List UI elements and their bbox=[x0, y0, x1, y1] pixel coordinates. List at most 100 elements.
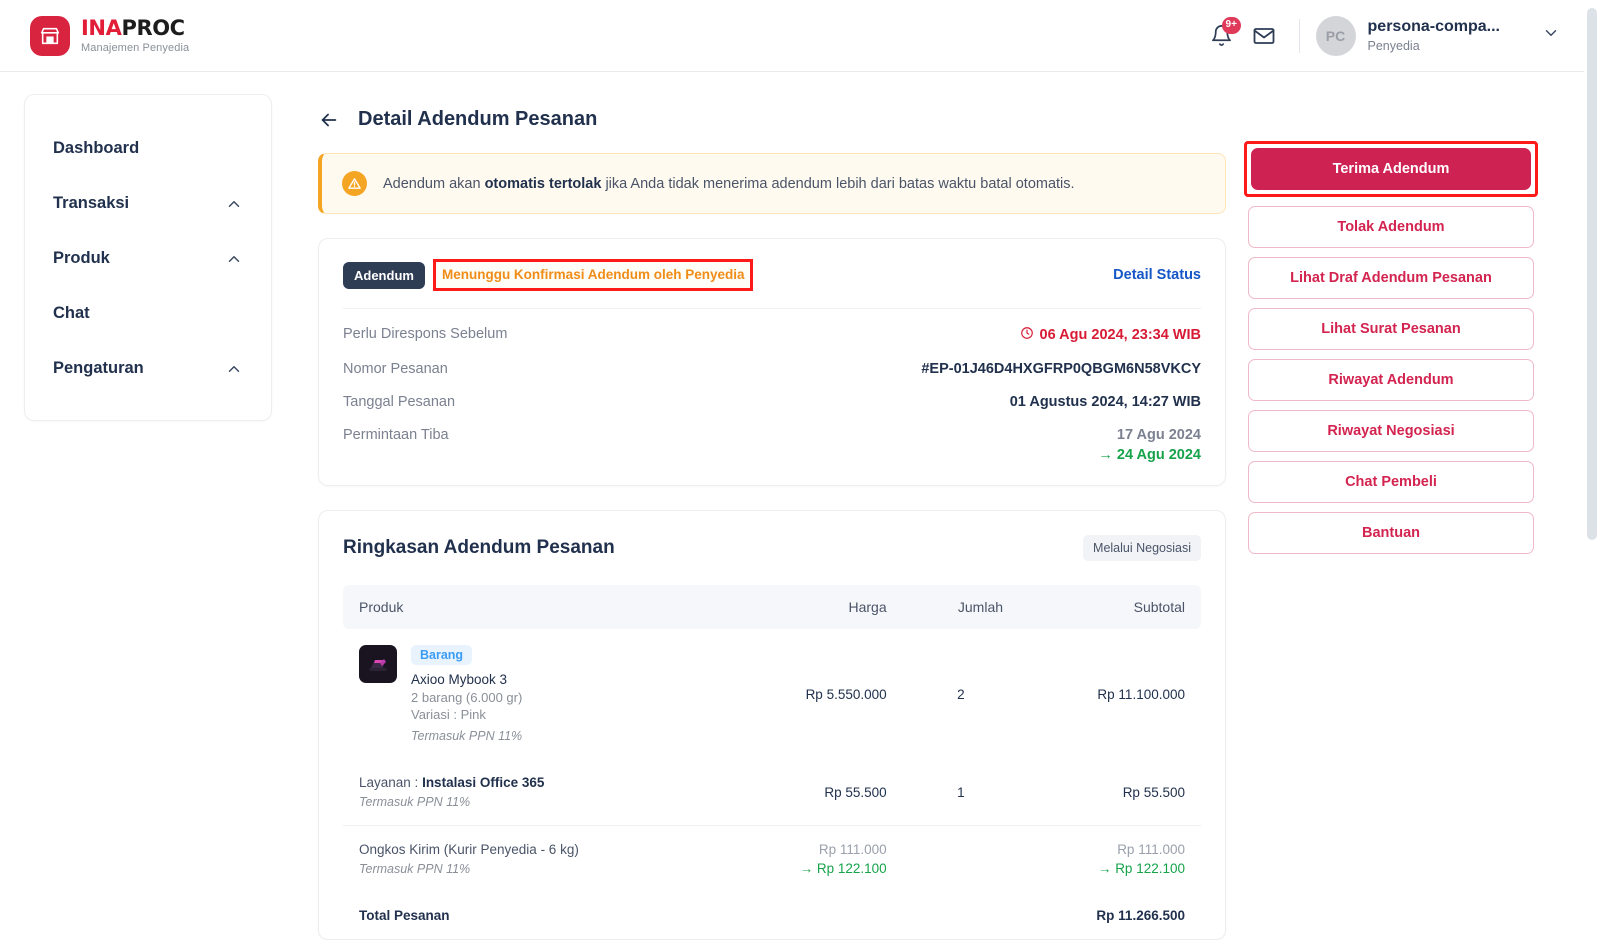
sidebar-item-chat[interactable]: Chat bbox=[25, 286, 271, 341]
chat-pembeli-button[interactable]: Chat Pembeli bbox=[1248, 461, 1534, 503]
page-header: Detail Adendum Pesanan bbox=[318, 108, 1226, 131]
sidebar-item-transaksi[interactable]: Transaksi bbox=[25, 176, 271, 231]
user-name: persona-compa... bbox=[1367, 17, 1500, 35]
row-value-new-text: 24 Agu 2024 bbox=[1116, 447, 1201, 463]
row-value: #EP-01J46D4HXGFRP0QBGM6N58VKCY bbox=[921, 361, 1201, 377]
detail-status-link[interactable]: Detail Status bbox=[1113, 267, 1201, 283]
lihat-surat-pesanan-button[interactable]: Lihat Surat Pesanan bbox=[1248, 308, 1534, 350]
shipping-subtotal-new-text: Rp 122.100 bbox=[1115, 861, 1185, 876]
table-row: Ongkos Kirim (Kurir Penyedia - 6 kg) Ter… bbox=[343, 825, 1201, 892]
product-subtotal: Rp 11.100.000 bbox=[1097, 686, 1185, 702]
negotiation-badge: Melalui Negosiasi bbox=[1083, 535, 1201, 561]
avatar: PC bbox=[1315, 15, 1356, 56]
product-info: Barang Axioo Mybook 3 2 barang (6.000 gr… bbox=[359, 645, 707, 743]
chevron-up-icon bbox=[225, 360, 243, 378]
sidebar-item-label: Transaksi bbox=[53, 194, 130, 212]
top-bar-divider bbox=[1298, 18, 1300, 53]
product-price: Rp 5.550.000 bbox=[805, 686, 887, 702]
brand-text: INAPROC Manajemen Penyedia bbox=[81, 15, 190, 54]
back-arrow-icon[interactable] bbox=[318, 109, 340, 131]
lihat-draf-adendum-pesanan-button[interactable]: Lihat Draf Adendum Pesanan bbox=[1248, 257, 1534, 299]
shipping-tax-note: Termasuk PPN 11% bbox=[359, 862, 471, 876]
warning-text-after: jika Anda tidak menerima adendum lebih d… bbox=[601, 175, 1075, 192]
brand-subtitle: Manajemen Penyedia bbox=[81, 41, 190, 54]
column-header-subtotal: Subtotal bbox=[1019, 585, 1201, 629]
left-sidebar: Dashboard Transaksi Produk Chat Pengatur… bbox=[24, 94, 272, 421]
service-cell: Layanan : Instalasi Office 365 Termasuk … bbox=[343, 759, 723, 826]
inaproc-store-icon bbox=[30, 15, 70, 56]
brand-title: INAPROC bbox=[81, 15, 189, 40]
adendum-tag: Adendum bbox=[343, 261, 425, 289]
product-thumbnail[interactable] bbox=[359, 645, 397, 683]
order-items-table: Produk Harga Jumlah Subtotal Barang Axio… bbox=[343, 585, 1201, 939]
chevron-up-icon bbox=[225, 250, 243, 268]
top-bar-right-cluster: 9+ PC persona-compa... Penyedia bbox=[1201, 15, 1560, 57]
product-name: Axioo Mybook 3 bbox=[411, 672, 508, 687]
page-scrollbar[interactable] bbox=[1584, 0, 1600, 876]
total-spacer-2 bbox=[903, 892, 1019, 939]
service-price: Rp 55.500 bbox=[824, 784, 887, 800]
scrollbar-thumb[interactable] bbox=[1587, 8, 1597, 540]
tolak-adendum-button[interactable]: Tolak Adendum bbox=[1248, 206, 1534, 248]
notifications-button[interactable]: 9+ bbox=[1201, 15, 1243, 57]
status-badges: Adendum Menunggu Konfirmasi Adendum oleh… bbox=[343, 259, 754, 291]
shipping-subtotal-old: Rp 111.000 bbox=[1117, 842, 1185, 857]
table-row: Barang Axioo Mybook 3 2 barang (6.000 gr… bbox=[343, 629, 1201, 759]
warning-triangle-icon bbox=[342, 171, 367, 196]
action-buttons-panel: Terima Adendum Tolak Adendum Lihat Draf … bbox=[1244, 141, 1538, 554]
status-highlight-box: Menunggu Konfirmasi Adendum oleh Penyedi… bbox=[432, 259, 754, 291]
table-row: Layanan : Instalasi Office 365 Termasuk … bbox=[343, 759, 1201, 826]
user-role: Penyedia bbox=[1367, 38, 1420, 53]
product-quantity-weight: 2 barang (6.000 gr) bbox=[411, 690, 523, 705]
row-label: Permintaan Tiba bbox=[343, 427, 449, 443]
column-header-harga: Harga bbox=[722, 585, 903, 629]
shipping-qty bbox=[902, 825, 1020, 892]
sidebar-item-pengaturan[interactable]: Pengaturan bbox=[25, 341, 271, 396]
shipping-price: Rp 111.000 → Rp 122.100 bbox=[722, 825, 903, 892]
user-menu[interactable]: PC persona-compa... Penyedia bbox=[1315, 15, 1560, 56]
order-status-header: Adendum Menunggu Konfirmasi Adendum oleh… bbox=[343, 259, 1201, 309]
shipping-price-new: → Rp 122.100 bbox=[799, 861, 887, 876]
product-type-chip: Barang bbox=[411, 645, 473, 665]
table-header-row: Produk Harga Jumlah Subtotal bbox=[343, 585, 1201, 629]
sidebar-item-label: Pengaturan bbox=[53, 359, 144, 377]
page-title: Detail Adendum Pesanan bbox=[358, 108, 598, 130]
clock-icon bbox=[1020, 326, 1034, 344]
accept-button-highlight-box: Terima Adendum bbox=[1244, 141, 1538, 197]
sidebar-item-label: Dashboard bbox=[53, 139, 140, 157]
brand-logo[interactable]: INAPROC Manajemen Penyedia bbox=[30, 15, 190, 56]
brand-title-red: INA bbox=[81, 15, 122, 40]
order-detail-row: Tanggal Pesanan 01 Agustus 2024, 14:27 W… bbox=[343, 394, 1201, 410]
riwayat-negosiasi-button[interactable]: Riwayat Negosiasi bbox=[1248, 410, 1534, 452]
row-label: Tanggal Pesanan bbox=[343, 394, 456, 410]
total-spacer-1 bbox=[723, 892, 903, 939]
messages-button[interactable] bbox=[1243, 15, 1285, 57]
shipping-price-new-text: Rp 122.100 bbox=[816, 861, 887, 876]
row-value-new: → 24 Agu 2024 bbox=[1098, 447, 1201, 463]
riwayat-adendum-button[interactable]: Riwayat Adendum bbox=[1248, 359, 1534, 401]
product-qty: 2 bbox=[957, 686, 965, 702]
total-row: Total Pesanan Rp 11.266.500 bbox=[343, 892, 1201, 939]
total-label: Total Pesanan bbox=[359, 908, 450, 923]
sidebar-item-label: Chat bbox=[53, 304, 90, 322]
sidebar-item-produk[interactable]: Produk bbox=[25, 231, 271, 286]
chevron-down-icon[interactable] bbox=[1542, 24, 1560, 47]
column-header-jumlah: Jumlah bbox=[902, 585, 1020, 629]
service-name: Instalasi Office 365 bbox=[422, 775, 545, 790]
bantuan-button[interactable]: Bantuan bbox=[1248, 512, 1534, 554]
product-tax-note: Termasuk PPN 11% bbox=[411, 729, 523, 743]
product-details: Barang Axioo Mybook 3 2 barang (6.000 gr… bbox=[411, 645, 522, 743]
row-label: Nomor Pesanan bbox=[343, 361, 448, 377]
service-qty: 1 bbox=[957, 784, 965, 800]
top-navigation-bar: INAPROC Manajemen Penyedia 9+ PC persona… bbox=[0, 0, 1584, 72]
column-header-produk: Produk bbox=[343, 585, 723, 629]
terima-adendum-button[interactable]: Terima Adendum bbox=[1251, 148, 1531, 190]
warning-banner-text: Adendum akan otomatis tertolak jika Anda… bbox=[383, 176, 1075, 192]
sidebar-item-dashboard[interactable]: Dashboard bbox=[25, 121, 271, 176]
notification-count-badge: 9+ bbox=[1221, 16, 1241, 34]
row-value-old: 17 Agu 2024 bbox=[1116, 427, 1201, 443]
warning-text-before: Adendum akan bbox=[383, 175, 485, 192]
table-body: Barang Axioo Mybook 3 2 barang (6.000 gr… bbox=[343, 629, 1201, 939]
row-label: Perlu Direspons Sebelum bbox=[343, 326, 508, 342]
user-meta: persona-compa... Penyedia bbox=[1368, 17, 1500, 55]
